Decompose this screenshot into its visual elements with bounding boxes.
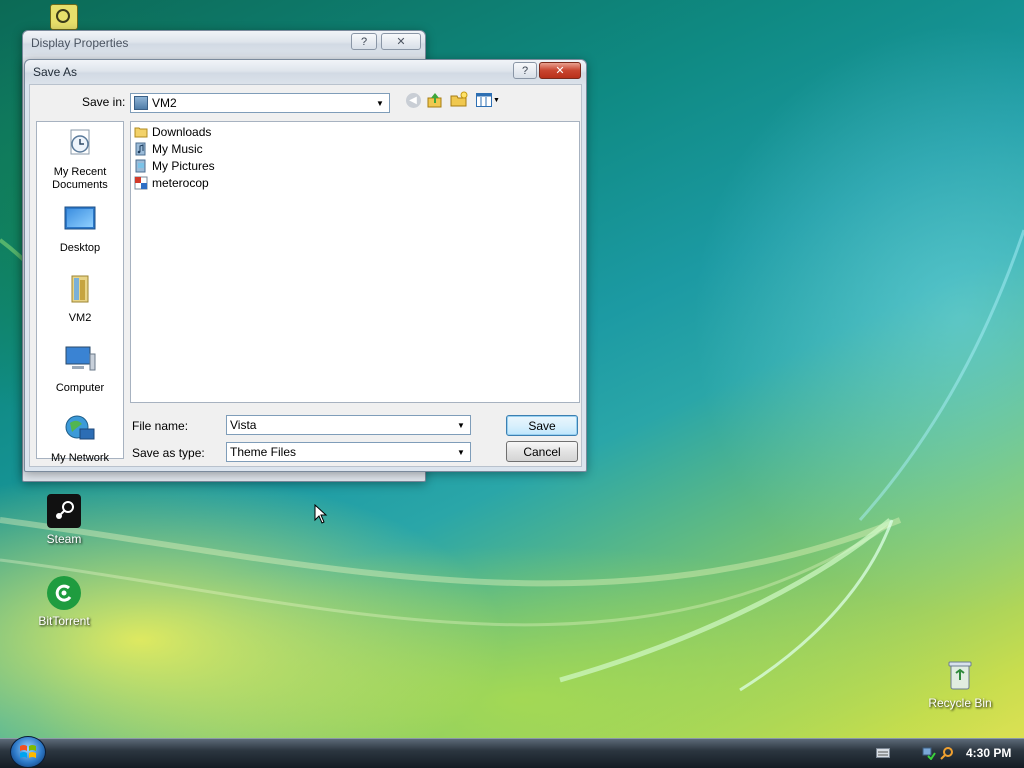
- views-icon: [476, 93, 493, 107]
- save-in-label: Save in:: [82, 95, 126, 109]
- folder-icon: [134, 127, 148, 138]
- list-item[interactable]: My Music: [134, 141, 203, 157]
- file-name: My Pictures: [152, 159, 215, 173]
- windows-logo-icon: [20, 745, 36, 758]
- place-label: Computer: [55, 382, 105, 394]
- desktop-icon-top[interactable]: [50, 4, 78, 30]
- place-label: My Network: [50, 452, 110, 464]
- save-button-label: Save: [528, 418, 556, 433]
- desktop-icon-label: Steam: [46, 532, 82, 546]
- pictures-folder-icon: [135, 159, 146, 173]
- place-user-folder[interactable]: VM2: [37, 274, 123, 325]
- user-folder-icon: [71, 275, 89, 303]
- network-icon: [65, 415, 95, 440]
- chevron-down-icon: ▼: [493, 96, 500, 104]
- help-button[interactable]: ?: [513, 62, 537, 79]
- computer-icon: [65, 346, 96, 371]
- steam-icon: [47, 494, 81, 528]
- window-title: Save As: [33, 65, 78, 79]
- place-recent-documents[interactable]: My Recent Documents: [37, 128, 123, 192]
- desktop-icon-steam[interactable]: Steam: [24, 494, 104, 546]
- place-network[interactable]: My Network: [37, 414, 123, 465]
- list-item[interactable]: Downloads: [134, 124, 211, 140]
- music-folder-icon: [135, 142, 146, 156]
- save-as-dialog[interactable]: Save As ? ✕ Save in: VM2 ▼ ◀ ▼ My Recent…: [24, 59, 587, 472]
- place-computer[interactable]: Computer: [37, 344, 123, 395]
- cancel-button[interactable]: Cancel: [506, 441, 578, 462]
- save-as-type-label: Save as type:: [132, 446, 205, 460]
- mouse-cursor-icon: [314, 504, 328, 524]
- help-button[interactable]: ?: [351, 33, 377, 50]
- places-bar: My Recent Documents Desktop VM2 Computer…: [36, 121, 124, 464]
- place-label: VM2: [68, 312, 92, 324]
- start-button[interactable]: [10, 736, 46, 768]
- tray-area: 4:30 PM: [864, 738, 1024, 768]
- file-list[interactable]: Downloads My Music My Pictures meterocop: [130, 121, 580, 403]
- display-properties-titlebar[interactable]: Display Properties ? ✕: [23, 31, 425, 55]
- keyboard-icon[interactable]: [876, 747, 890, 759]
- back-button[interactable]: ◀: [404, 91, 422, 109]
- recent-documents-icon: [70, 129, 90, 155]
- views-button[interactable]: ▼: [474, 91, 502, 109]
- place-label: Desktop: [59, 242, 101, 254]
- desktop-icon-bittorrent[interactable]: BitTorrent: [24, 576, 104, 628]
- save-as-type-select[interactable]: Theme Files ▼: [226, 442, 471, 462]
- back-icon: ◀: [405, 92, 421, 108]
- save-as-type-value: Theme Files: [230, 445, 297, 459]
- cancel-button-label: Cancel: [523, 444, 561, 459]
- up-folder-button[interactable]: [426, 91, 444, 109]
- close-button[interactable]: ✕: [539, 62, 581, 79]
- search-icon[interactable]: [940, 746, 954, 760]
- save-in-combo[interactable]: VM2 ▼: [130, 93, 390, 113]
- network-tray-icon[interactable]: [922, 746, 936, 760]
- clock[interactable]: 4:30 PM: [966, 746, 1011, 760]
- save-button[interactable]: Save: [506, 415, 578, 436]
- theme-file-icon: [134, 176, 148, 190]
- close-icon: ✕: [396, 36, 406, 48]
- dialog-body: Save in: VM2 ▼ ◀ ▼ My Recent Documents D…: [29, 84, 582, 467]
- file-name-value: Vista: [230, 418, 257, 432]
- close-icon: ✕: [555, 65, 565, 77]
- chevron-down-icon: ▼: [457, 420, 465, 430]
- new-folder-icon: [450, 91, 468, 107]
- file-name: meterocop: [152, 176, 209, 190]
- clock-icon: [56, 9, 70, 23]
- bittorrent-icon: [47, 576, 81, 610]
- file-name: My Music: [152, 142, 203, 156]
- desktop-icon: [64, 206, 96, 230]
- close-button[interactable]: ✕: [381, 33, 421, 50]
- place-desktop[interactable]: Desktop: [37, 204, 123, 255]
- recycle-bin-icon: [943, 658, 977, 692]
- desktop-icon-recycle-bin[interactable]: Recycle Bin: [920, 658, 1000, 710]
- file-name-input[interactable]: Vista ▼: [226, 415, 471, 435]
- chevron-down-icon: ▼: [376, 98, 384, 108]
- new-folder-button[interactable]: [450, 91, 468, 109]
- user-folder-icon: [134, 96, 148, 110]
- desktop-icon-label: Recycle Bin: [928, 696, 992, 710]
- desktop-icon-label: BitTorrent: [38, 614, 90, 628]
- file-name-label: File name:: [132, 419, 189, 433]
- save-in-value: VM2: [152, 96, 177, 110]
- list-item[interactable]: My Pictures: [134, 158, 215, 174]
- list-item[interactable]: meterocop: [134, 175, 209, 191]
- place-label: My Recent Documents: [52, 166, 108, 191]
- chevron-down-icon: ▼: [457, 447, 465, 457]
- window-title: Display Properties: [31, 36, 129, 50]
- file-name: Downloads: [152, 125, 212, 139]
- up-folder-icon: [427, 93, 442, 108]
- save-as-titlebar[interactable]: Save As ? ✕: [25, 60, 586, 84]
